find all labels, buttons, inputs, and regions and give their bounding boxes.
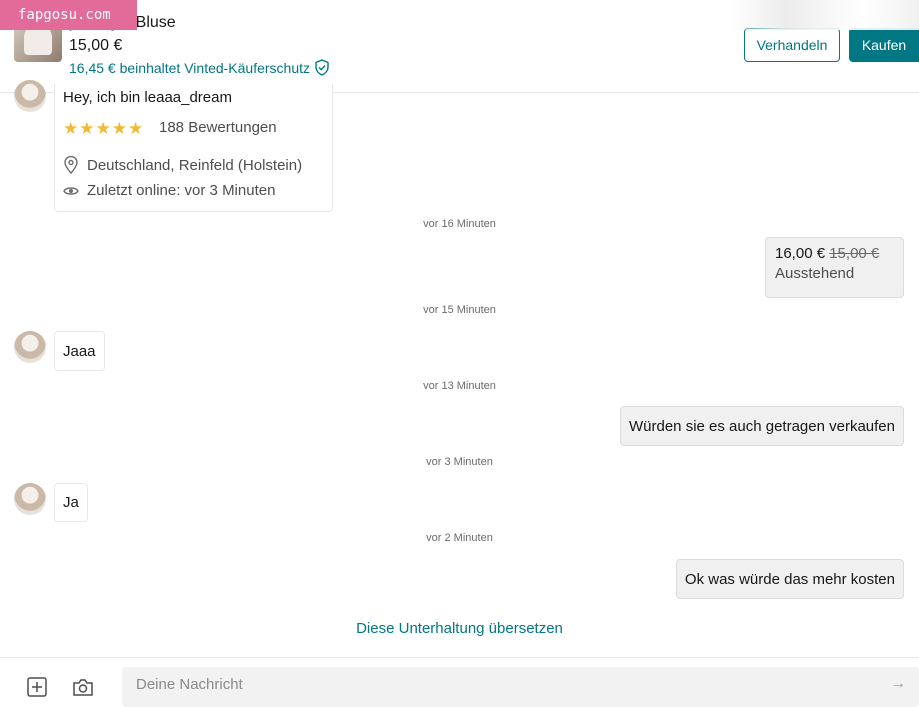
seller-location: Deutschland, Reinfeld (Holstein): [63, 156, 302, 174]
message-input[interactable]: [134, 675, 838, 694]
buy-button[interactable]: Kaufen: [849, 28, 919, 62]
location-text: Deutschland, Reinfeld (Holstein): [87, 156, 303, 174]
message-timestamp: vor 3 Minuten: [426, 456, 493, 468]
star-icon: ★: [111, 119, 127, 138]
star-icon: ★: [95, 119, 111, 138]
outgoing-message: Würden sie es auch getragen verkaufen: [620, 406, 904, 446]
translate-conversation-link[interactable]: Diese Unterhaltung übersetzen: [0, 620, 919, 637]
item-header: y Hilfiger Bluse 15,00 € 16,45 € beinhal…: [0, 0, 919, 93]
star-icon: ★: [79, 119, 95, 138]
reviews-count[interactable]: 188 Bewertungen: [159, 119, 277, 136]
offer-old-price: 15,00 €: [829, 245, 880, 262]
negotiate-button[interactable]: Verhandeln: [744, 28, 840, 62]
buyer-protection-label: 16,45 € beinhaltet Vinted-Käuferschutz: [69, 59, 311, 76]
plus-square-icon[interactable]: [26, 676, 48, 698]
star-icon: ★: [128, 119, 144, 138]
message-timestamp: vor 16 Minuten: [423, 218, 496, 230]
send-arrow-icon[interactable]: →: [890, 675, 906, 693]
shield-check-icon: [315, 59, 329, 76]
seller-last-online: Zuletzt online: vor 3 Minuten: [63, 182, 275, 199]
outgoing-message: Ok was würde das mehr kosten: [675, 559, 904, 599]
rating-stars: ★ ★ ★ ★ ★: [63, 120, 143, 137]
seller-avatar[interactable]: [14, 483, 46, 515]
message-timestamp: vor 2 Minuten: [426, 532, 493, 544]
offer-status: Ausstehend: [775, 265, 855, 282]
message-composer: [122, 667, 919, 707]
seller-greeting: Hey, ich bin leaaa_dream: [63, 89, 232, 106]
item-price: 15,00 €: [69, 37, 123, 54]
seller-avatar[interactable]: [14, 80, 46, 112]
incoming-message: Ja: [54, 483, 88, 522]
seller-avatar[interactable]: [14, 331, 46, 363]
star-icon: ★: [63, 119, 79, 138]
incoming-message: Jaaa: [54, 331, 105, 371]
buyer-protection-text[interactable]: 16,45 € beinhaltet Vinted-Käuferschutz: [69, 59, 330, 76]
blur-overlay: [730, 0, 919, 30]
location-pin-icon: [64, 156, 78, 174]
message-timestamp: vor 15 Minuten: [423, 304, 496, 316]
last-online-text: Zuletzt online: vor 3 Minuten: [87, 182, 276, 199]
eye-icon: [63, 186, 79, 195]
offer-new-price: 16,00 €: [775, 245, 826, 262]
message-timestamp: vor 13 Minuten: [423, 380, 496, 392]
seller-info-card: Hey, ich bin leaaa_dream ★ ★ ★ ★ ★ 188 B…: [54, 84, 333, 212]
camera-icon[interactable]: [72, 676, 94, 698]
offer-bubble[interactable]: 16,00 € 15,00 € Ausstehend: [765, 237, 904, 298]
offer-prices: 16,00 € 15,00 €: [775, 245, 894, 262]
watermark-badge: fapgosu.com: [0, 0, 137, 30]
